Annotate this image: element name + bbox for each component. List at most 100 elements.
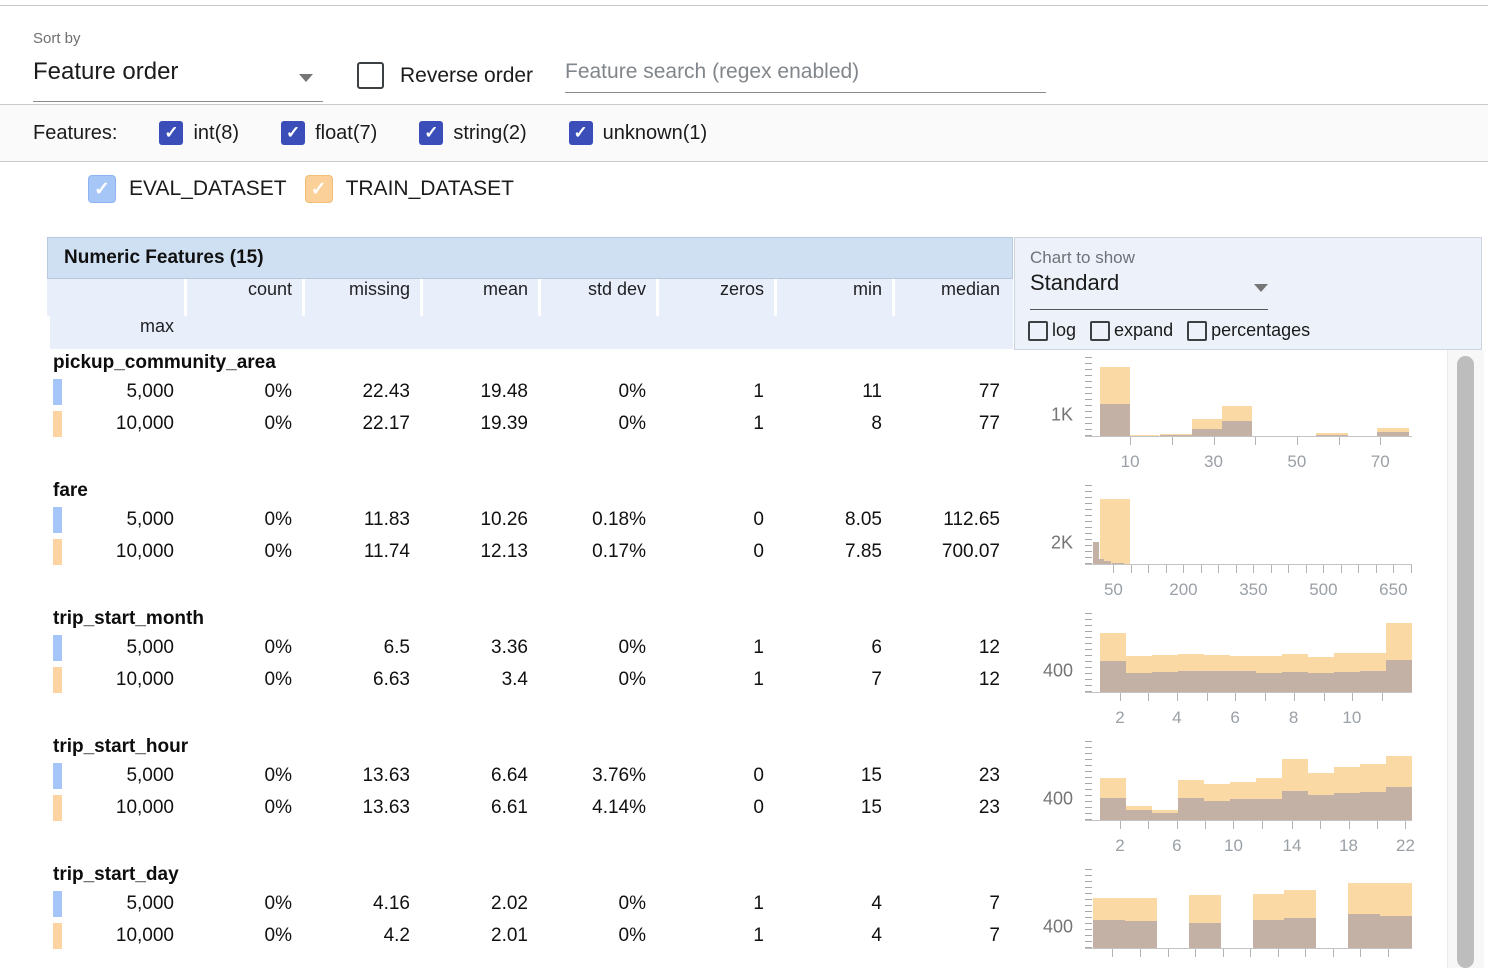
dataset-checkbox[interactable]: ✓: [88, 175, 116, 203]
histogram-trip_start_month: 400246810: [1013, 606, 1445, 734]
stat-cell-zeros: 0%: [538, 408, 656, 440]
feature-type-filter-bar: Features: ✓int(8)✓float(7)✓string(2)✓unk…: [0, 104, 1488, 162]
feature-name: trip_start_day: [47, 862, 1013, 888]
x-axis-tick: [1166, 565, 1167, 573]
y-axis-label: 1K: [1013, 405, 1073, 426]
y-axis-ticks: [1085, 869, 1092, 948]
dataset-checkbox[interactable]: ✓: [305, 175, 333, 203]
stat-cell-std dev: 10.26: [420, 504, 538, 536]
x-axis-tick: [1305, 949, 1306, 957]
x-axis-tick: [1360, 949, 1361, 957]
eval-dataset-swatch: [53, 507, 62, 533]
eval-histogram-bar: [1204, 801, 1230, 820]
chart-option-percentages[interactable]: percentages: [1187, 320, 1310, 341]
feature-type-label: unknown(1): [603, 122, 708, 145]
stat-cell-zeros: 0.18%: [538, 504, 656, 536]
x-axis-tick: [1177, 821, 1178, 829]
features-filter-label: Features:: [33, 122, 117, 145]
facets-overview-page: Sort by Feature order Reverse order Feat…: [0, 0, 1488, 968]
x-axis-tick: [1253, 565, 1254, 573]
chart-type-value: Standard: [1030, 270, 1119, 295]
column-header-min: min: [774, 279, 892, 316]
eval-histogram-bar: [1348, 914, 1380, 948]
eval-histogram-bar: [1377, 432, 1409, 436]
histogram-bars: [1093, 746, 1412, 820]
feature-search-input[interactable]: [565, 56, 1046, 93]
stat-row-train: 10,0000%6.633.40%1712: [47, 664, 1013, 696]
x-axis-tick: [1380, 437, 1381, 445]
histogram-plot: [1085, 357, 1412, 437]
feature-type-filter-item[interactable]: ✓float(7): [281, 121, 377, 145]
eval-histogram-bar: [1178, 671, 1204, 692]
x-axis-tick: [1236, 565, 1237, 573]
chart-option-checkbox[interactable]: [1028, 321, 1048, 341]
x-axis-tick: [1201, 565, 1202, 573]
feature-type-checkbox[interactable]: ✓: [281, 121, 305, 145]
stat-cell-max: 77: [892, 376, 1010, 408]
eval-histogram-bar: [1126, 810, 1152, 820]
eval-histogram-bar: [1192, 429, 1222, 436]
stat-cell-mean: 4.16: [302, 888, 420, 920]
histogram-bars: [1093, 362, 1412, 436]
eval-histogram-bar: [1126, 673, 1152, 692]
eval-histogram-bar: [1100, 798, 1126, 820]
feature-type-checkbox[interactable]: ✓: [569, 121, 593, 145]
feature-block-fare: fare5,0000%11.8310.260.18%08.05112.6510,…: [47, 478, 1013, 606]
feature-type-filter-item[interactable]: ✓ unknown(1): [569, 121, 708, 145]
x-axis-tick-label: 18: [1324, 836, 1374, 856]
chart-option-label: percentages: [1211, 320, 1310, 341]
x-axis-tick: [1235, 693, 1236, 701]
column-header-max: max: [47, 316, 184, 353]
stat-cell-std dev: 6.61: [420, 792, 538, 824]
y-axis-ticks: [1085, 613, 1092, 692]
x-axis-tick: [1172, 437, 1173, 445]
histogram-plot: [1085, 869, 1412, 949]
eval-histogram-bar: [1230, 671, 1256, 692]
vertical-scrollbar-thumb[interactable]: [1457, 356, 1474, 968]
histogram-bars: [1093, 618, 1412, 692]
chart-option-checkbox[interactable]: [1187, 321, 1207, 341]
feature-type-filter-item[interactable]: ✓string(2): [419, 121, 526, 145]
stat-cell-max: 112.65: [892, 504, 1010, 536]
dataset-legend-item[interactable]: ✓TRAIN_DATASET: [305, 175, 514, 203]
stat-cell-min: 0: [656, 760, 774, 792]
stat-cell-missing: 0%: [184, 664, 302, 696]
x-axis-tick: [1148, 693, 1149, 701]
chart-option-expand[interactable]: expand: [1090, 320, 1173, 341]
dataset-legend-item[interactable]: ✓EVAL_DATASET: [88, 175, 287, 203]
stat-cell-missing: 0%: [184, 504, 302, 536]
feature-type-checkbox[interactable]: ✓: [159, 121, 183, 145]
x-axis-tick: [1306, 565, 1307, 573]
feature-name: trip_start_month: [47, 606, 1013, 632]
sort-order-dropdown[interactable]: Feature order: [33, 58, 323, 98]
feature-type-checkbox[interactable]: ✓: [419, 121, 443, 145]
stat-value: 10,000: [116, 669, 174, 691]
stat-cell-std dev: 2.02: [420, 888, 538, 920]
stat-cell-max: 23: [892, 760, 1010, 792]
numeric-features-title: Numeric Features (15): [64, 247, 264, 269]
x-axis-tick: [1233, 821, 1234, 829]
histogram-pickup_community_area: 1K10305070: [1013, 350, 1445, 478]
x-axis-tick: [1393, 565, 1394, 573]
stat-cell-min: 1: [656, 664, 774, 696]
x-axis-tick: [1140, 949, 1141, 957]
stat-cell-median: 8: [774, 408, 892, 440]
eval-histogram-bar: [1316, 435, 1348, 436]
x-axis-tick: [1358, 565, 1359, 573]
stat-cell-min: 0: [656, 792, 774, 824]
feature-type-filter-item[interactable]: ✓int(8): [159, 121, 239, 145]
x-axis-tick: [1207, 693, 1208, 701]
x-axis-tick: [1265, 693, 1266, 701]
chart-option-checkbox[interactable]: [1090, 321, 1110, 341]
chart-type-dropdown[interactable]: Standard: [1030, 270, 1268, 304]
stat-row-train: 10,0000%11.7412.130.17%07.85700.07: [47, 536, 1013, 568]
chart-option-log[interactable]: log: [1028, 320, 1076, 341]
stat-cell-median: 4: [774, 920, 892, 952]
eval-histogram-bar: [1282, 672, 1308, 692]
x-axis-tick: [1405, 821, 1406, 829]
stat-cell-median: 15: [774, 760, 892, 792]
reverse-order-checkbox[interactable]: [357, 62, 384, 89]
eval-histogram-bar: [1189, 923, 1221, 948]
x-axis-tick: [1352, 693, 1353, 701]
x-axis-tick-label: 2: [1095, 708, 1145, 728]
